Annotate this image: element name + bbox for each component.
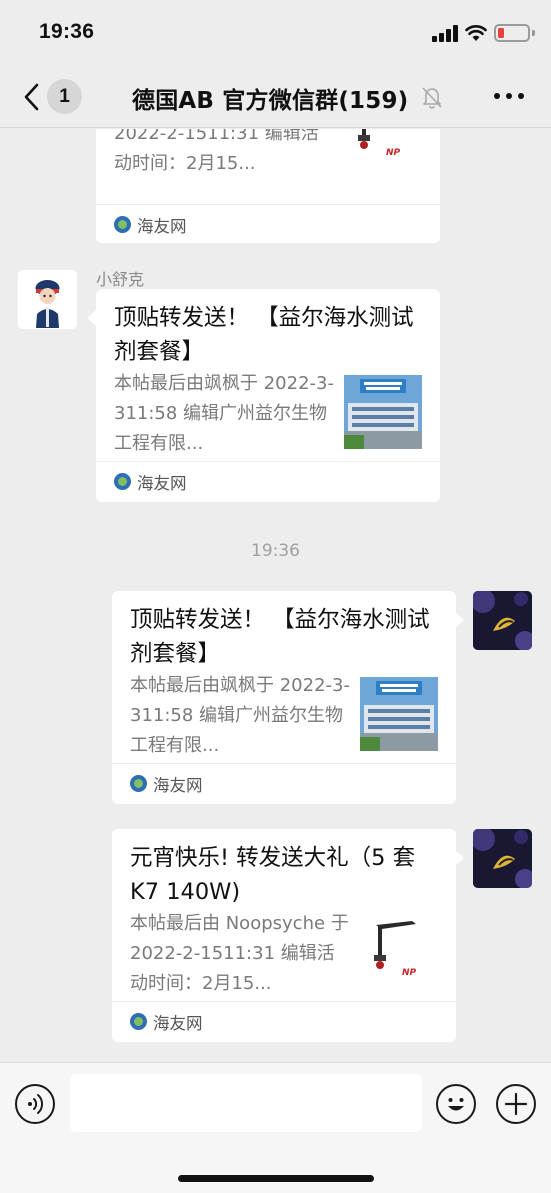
link-card-message[interactable]: 顶贴转发送！ 【益尔海水测试剂套餐】 本帖最后由飒枫于 2022-3-311:5…	[96, 289, 440, 502]
source-name: 海友网	[153, 776, 203, 795]
status-bar: 19:36	[0, 0, 551, 66]
card-thumbnail	[360, 677, 438, 751]
svg-text:NP: NP	[402, 968, 417, 978]
bubble-tail	[455, 850, 464, 866]
card-thumbnail	[344, 375, 422, 449]
avatar[interactable]	[473, 591, 532, 650]
svg-text:NP: NP	[386, 148, 401, 158]
fish-avatar-icon	[473, 829, 532, 888]
building-photo	[344, 375, 422, 449]
chat-header: 1 德国AB 官方微信群(159)	[0, 66, 551, 128]
card-thumbnail: NP	[362, 915, 440, 993]
mute-bell-icon	[422, 87, 442, 109]
signal-icon	[432, 25, 458, 42]
voice-input-button[interactable]	[15, 1084, 55, 1124]
card-thumbnail: NP	[346, 129, 424, 173]
card-source-bar: 海友网	[112, 1001, 456, 1041]
message-input[interactable]	[70, 1074, 422, 1132]
bubble-tail	[87, 310, 96, 326]
message-list: 本帖最后由 Noopsyche 于 2022-2-1511:31 编辑活动时间：…	[0, 129, 551, 1062]
wifi-icon	[465, 25, 487, 41]
sender-name: 小舒克	[96, 270, 145, 289]
card-source-bar: 海友网	[96, 204, 440, 244]
source-logo-icon	[130, 775, 147, 792]
emoji-button[interactable]	[436, 1084, 476, 1124]
voice-wave-icon	[28, 1094, 44, 1114]
card-source-bar: 海友网	[112, 763, 456, 803]
avatar[interactable]	[473, 829, 532, 888]
link-card-message[interactable]: 元宵快乐! 转发送大礼（5 套 K7 140W) 本帖最后由 Noopsyche…	[112, 829, 456, 1042]
source-name: 海友网	[137, 474, 187, 493]
time-divider: 19:36	[251, 541, 300, 561]
input-bar	[0, 1062, 551, 1193]
chat-title: 德国AB 官方微信群(159)	[132, 88, 409, 114]
card-description: 本帖最后由 Noopsyche 于 2022-2-1511:31 编辑活动时间：…	[130, 913, 349, 994]
card-source-bar: 海友网	[96, 461, 440, 501]
home-indicator[interactable]	[178, 1175, 374, 1182]
more-functions-button[interactable]	[496, 1084, 536, 1124]
lamp-product-icon: NP	[362, 915, 440, 993]
source-logo-icon	[114, 473, 131, 490]
card-description: 本帖最后由飒枫于 2022-3-311:58 编辑广州益尔生物工程有限...	[130, 675, 350, 756]
card-description: 本帖最后由飒枫于 2022-3-311:58 编辑广州益尔生物工程有限...	[114, 373, 334, 454]
link-card-message[interactable]: 本帖最后由 Noopsyche 于 2022-2-1511:31 编辑活动时间：…	[96, 129, 440, 243]
unread-count-badge[interactable]: 1	[47, 79, 82, 114]
more-options-icon[interactable]	[492, 93, 526, 101]
card-description: 本帖最后由 Noopsyche 于 2022-2-1511:31 编辑活动时间：…	[114, 129, 319, 174]
link-card-message[interactable]: 顶贴转发送！ 【益尔海水测试剂套餐】 本帖最后由飒枫于 2022-3-311:5…	[112, 591, 456, 804]
back-arrow-icon[interactable]	[20, 80, 46, 114]
card-title: 顶贴转发送！ 【益尔海水测试剂套餐】	[114, 305, 414, 365]
building-photo	[360, 677, 438, 751]
smiley-icon	[448, 1098, 464, 1111]
status-time: 19:36	[39, 20, 95, 43]
lamp-product-icon: NP	[346, 129, 424, 173]
plus-icon	[504, 1092, 528, 1116]
bubble-tail	[455, 612, 464, 628]
fish-avatar-icon	[473, 591, 532, 650]
avatar[interactable]	[18, 270, 77, 329]
source-name: 海友网	[153, 1014, 203, 1033]
battery-tip	[532, 30, 535, 36]
battery-icon	[494, 24, 530, 42]
cartoon-officer-avatar-icon	[18, 270, 77, 329]
card-title: 元宵快乐! 转发送大礼（5 套 K7 140W)	[130, 845, 416, 905]
card-title: 顶贴转发送！ 【益尔海水测试剂套餐】	[130, 607, 430, 667]
source-logo-icon	[130, 1013, 147, 1030]
source-logo-icon	[114, 216, 131, 233]
source-name: 海友网	[137, 217, 187, 236]
